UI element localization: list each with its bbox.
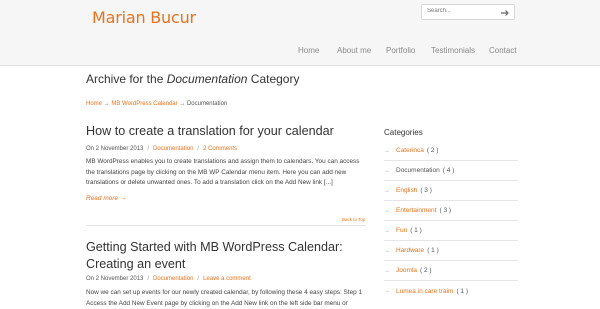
category-link[interactable]: Joomla xyxy=(396,267,417,274)
breadcrumb-separator: → xyxy=(103,101,110,107)
category-item: → Caterinca ( 2 ) xyxy=(384,141,518,161)
archive-title-prefix: Archive for the xyxy=(86,72,164,86)
arrow-right-icon: → xyxy=(384,207,390,214)
arrow-right-icon: → xyxy=(384,167,390,174)
arrow-right-icon: → xyxy=(384,288,390,294)
category-item: → Documentation ( 4 ) xyxy=(384,161,518,181)
breadcrumb-current: Documentation xyxy=(186,101,228,107)
category-link[interactable]: Hardware xyxy=(396,247,424,254)
category-count: ( 4 ) xyxy=(442,167,455,174)
category-count: ( 2 ) xyxy=(426,147,439,154)
category-link[interactable]: Fun xyxy=(396,227,407,234)
category-item: → Lumea in care traim ( 1 ) xyxy=(384,281,518,301)
post-title-link[interactable]: How to create a translation for your cal… xyxy=(86,123,356,140)
arrow-right-icon xyxy=(501,10,509,16)
post-comments-link[interactable]: Leave a comment xyxy=(203,276,251,282)
nav-about-me[interactable]: About me xyxy=(337,46,371,58)
category-count: ( 1 ) xyxy=(456,287,469,295)
post-title-link[interactable]: Getting Started with MB WordPress Calend… xyxy=(86,239,356,273)
nav-home[interactable]: Home xyxy=(298,46,319,58)
category-item: → Entertainment ( 3 ) xyxy=(384,201,518,221)
arrow-right-icon: → xyxy=(384,227,390,234)
category-list: → Caterinca ( 2 ) → Documentation ( 4 ) … xyxy=(384,141,518,301)
arrow-right-icon: → xyxy=(384,247,390,254)
category-count: ( 1 ) xyxy=(410,227,422,234)
category-link[interactable]: Caterinca xyxy=(396,147,424,154)
category-item: → English ( 3 ) xyxy=(384,181,518,201)
breadcrumb: Home → MB WordPress Calendar → Documenta… xyxy=(86,101,227,107)
post-date: On 2 November 2013 xyxy=(86,146,144,152)
post-meta: On 2 November 2013/Documentation/2 Comme… xyxy=(86,146,238,152)
post-comments-link[interactable]: 2 Comments xyxy=(203,146,237,152)
search-box xyxy=(421,4,515,20)
site-logo[interactable]: Marian Bucur xyxy=(92,8,196,27)
search-submit-button[interactable] xyxy=(499,6,511,18)
post-excerpt: Now we can set up events for our newly c… xyxy=(86,289,363,307)
nav-testimonials[interactable]: Testimonials xyxy=(431,46,475,58)
category-count: ( 2 ) xyxy=(419,267,432,274)
category-item: → Joomla ( 2 ) xyxy=(384,261,518,281)
archive-title-suffix: Category xyxy=(250,72,300,86)
post-category-link[interactable]: Documentation xyxy=(153,146,193,152)
category-count: ( 1 ) xyxy=(427,247,439,254)
arrow-right-icon: → xyxy=(384,187,390,194)
read-more-link[interactable]: Read more → xyxy=(86,195,126,202)
category-item: → Fun ( 1 ) xyxy=(384,221,518,241)
page-title: Archive for the Documentation Category xyxy=(86,72,299,86)
post-divider xyxy=(86,225,366,226)
archive-title-category: Documentation xyxy=(166,72,248,86)
category-link[interactable]: English xyxy=(396,187,417,194)
post-date: On 2 November 2013 xyxy=(86,276,144,282)
category-link-current[interactable]: Documentation xyxy=(396,167,440,174)
breadcrumb-home-link[interactable]: Home xyxy=(86,101,102,107)
post-meta: On 2 November 2013/Documentation / Leave a… xyxy=(86,276,251,282)
post-category-link[interactable]: Documentation xyxy=(153,276,193,282)
category-count: ( 3 ) xyxy=(439,207,452,214)
category-item: → Hardware ( 1 ) xyxy=(384,241,518,261)
search-input[interactable] xyxy=(427,8,497,14)
back-to-top-link[interactable]: Back to Top xyxy=(342,217,365,222)
post-excerpt: MB WordPress enables you to create trans… xyxy=(86,158,360,186)
breadcrumb-separator: → xyxy=(179,101,186,107)
sidebar-title: Categories xyxy=(384,128,423,137)
nav-contact[interactable]: Contact xyxy=(489,46,517,58)
category-link[interactable]: Entertainment xyxy=(396,207,436,214)
arrow-right-icon: → xyxy=(384,147,390,154)
arrow-right-icon: → xyxy=(384,267,390,274)
nav-portfolio[interactable]: Portfolio xyxy=(386,46,415,58)
breadcrumb-parent-link[interactable]: MB WordPress Calendar xyxy=(111,101,177,107)
category-count: ( 3 ) xyxy=(420,187,432,194)
category-link[interactable]: Lumea in care traim xyxy=(396,288,453,295)
